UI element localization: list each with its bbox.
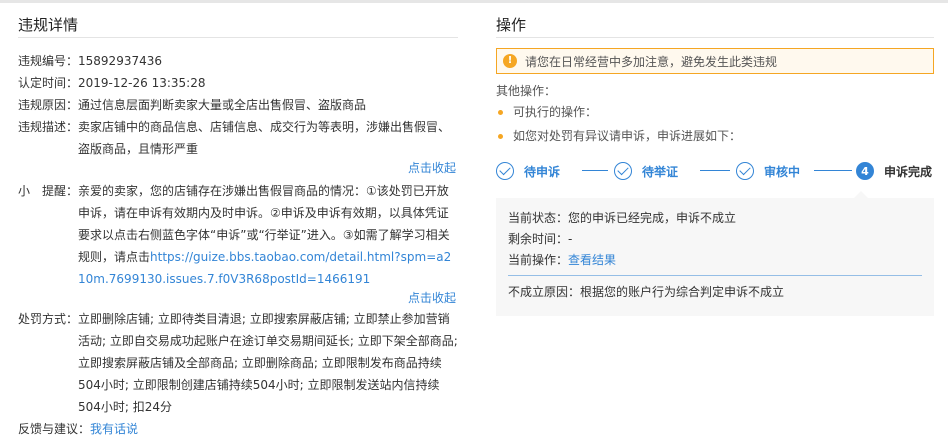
step-number-badge: 4 xyxy=(856,162,874,180)
check-icon xyxy=(614,162,632,180)
step-reviewing: 审核中 xyxy=(736,160,800,182)
operations-title: 操作 xyxy=(496,14,934,38)
warning-text: 请您在日常经营中多加注意，避免发生此类违规 xyxy=(525,54,778,69)
violation-id-label: 违规编号： xyxy=(18,54,79,68)
bullet-appeal-progress-text: 如您对处罚有异议请申诉，申诉进展如下： xyxy=(513,129,742,143)
collapse-description-link[interactable]: 点击收起 xyxy=(18,160,456,176)
panel-pointer xyxy=(854,191,868,198)
violation-time-value: 2019-12-26 13:35:28 xyxy=(78,76,206,90)
step-connector xyxy=(582,170,608,171)
penalty-label: 处罚方式： xyxy=(18,312,79,326)
collapse-tip-link[interactable]: 点击收起 xyxy=(18,290,456,306)
top-divider xyxy=(0,0,948,3)
violation-reason-value: 通过信息层面判断卖家大量或全店出售假冒、盗版商品 xyxy=(78,98,367,112)
step-pending-evidence-label: 待举证 xyxy=(642,164,679,179)
violation-id-value: 15892937436 xyxy=(78,54,162,68)
remaining-time-row: 剩余时间：- xyxy=(508,229,922,250)
bullet-appeal-progress: 如您对处罚有异议请申诉，申诉进展如下： xyxy=(496,124,934,148)
feedback-row: 反馈与建议： 我有话说 xyxy=(18,418,458,438)
bullet-executable-ops-text: 可执行的操作： xyxy=(513,105,598,119)
step-connector xyxy=(814,170,852,171)
penalty-value: 立即删除店铺; 立即待类目清退; 立即搜索屏蔽店铺; 立即禁止参加营销活动; 立… xyxy=(78,312,458,414)
step-pending-appeal: 待申诉 xyxy=(496,160,560,182)
violation-description-row: 违规描述： 卖家店铺中的商品信息、店铺信息、成交行为等表明，涉嫌出售假冒、盗版商… xyxy=(18,116,458,160)
appeal-progress-steps: 待申诉 待举证 审核中 4 申诉完成 xyxy=(496,160,934,188)
other-operations-label: 其他操作： xyxy=(496,84,557,98)
step-reviewing-label: 审核中 xyxy=(764,164,801,179)
current-status-row: 当前状态：您的申诉已经完成，申诉不成立 xyxy=(508,208,922,229)
current-status-label: 当前状态： xyxy=(508,211,569,225)
violation-details-title: 违规详情 xyxy=(18,14,458,38)
bullet-dot-icon xyxy=(498,133,503,139)
violation-details-panel: 违规详情 违规编号： 15892937436 认定时间： 2019-12-26 … xyxy=(18,14,458,438)
violation-reason-label: 违规原因： xyxy=(18,98,79,112)
operations-panel: 操作 ! 请您在日常经营中多加注意，避免发生此类违规 其他操作： 可执行的操作：… xyxy=(496,14,934,324)
warning-alert: ! 请您在日常经营中多加注意，避免发生此类违规 xyxy=(496,48,934,74)
tip-label: 小 提醒： xyxy=(18,184,79,198)
step-pending-evidence: 待举证 xyxy=(614,160,678,182)
appeal-status-panel: 当前状态：您的申诉已经完成，申诉不成立 剩余时间：- 当前操作：查看结果 不成立… xyxy=(496,191,934,316)
warning-icon: ! xyxy=(503,54,517,68)
check-icon xyxy=(736,162,754,180)
violation-time-label: 认定时间： xyxy=(18,76,79,90)
current-operation-row: 当前操作：查看结果 xyxy=(508,250,922,271)
violation-description-value: 卖家店铺中的商品信息、店铺信息、成交行为等表明，涉嫌出售假冒、盗版商品，且情形严… xyxy=(78,120,451,156)
current-status-value: 您的申诉已经完成，申诉不成立 xyxy=(568,211,737,225)
feedback-label: 反馈与建议： xyxy=(18,422,91,436)
remaining-time-label: 剩余时间： xyxy=(508,232,569,246)
current-operation-label: 当前操作： xyxy=(508,253,569,267)
bullet-dot-icon xyxy=(498,109,503,115)
step-pending-appeal-label: 待申诉 xyxy=(524,164,561,179)
violation-reason-row: 违规原因： 通过信息层面判断卖家大量或全店出售假冒、盗版商品 xyxy=(18,94,458,116)
step-appeal-complete-label: 申诉完成 xyxy=(884,164,933,179)
step-connector xyxy=(700,170,730,171)
tip-content: 亲爱的卖家，您的店铺存在涉嫌出售假冒商品的情况：①该处罚已开放申诉，请在申诉有效… xyxy=(78,180,458,290)
violation-description-label: 违规描述： xyxy=(18,120,79,134)
violation-id-row: 违规编号： 15892937436 xyxy=(18,50,458,72)
rejection-reason-row: 不成立原因：根据您的账户行为综合判定申诉不成立 xyxy=(508,282,922,302)
bullet-executable-ops: 可执行的操作： xyxy=(496,100,934,124)
panel-divider xyxy=(508,275,922,276)
rejection-reason-label: 不成立原因： xyxy=(508,285,581,299)
view-result-link[interactable]: 查看结果 xyxy=(568,253,616,267)
rejection-reason-value: 根据您的账户行为综合判定申诉不成立 xyxy=(580,285,785,299)
tip-row: 小 提醒： 亲爱的卖家，您的店铺存在涉嫌出售假冒商品的情况：①该处罚已开放申诉，… xyxy=(18,180,458,290)
check-icon xyxy=(496,162,514,180)
step-appeal-complete: 4 申诉完成 xyxy=(856,160,932,182)
remaining-time-value: - xyxy=(568,232,573,246)
feedback-link[interactable]: 我有话说 xyxy=(90,418,138,438)
penalty-row: 处罚方式： 立即删除店铺; 立即待类目清退; 立即搜索屏蔽店铺; 立即禁止参加营… xyxy=(18,308,458,418)
violation-time-row: 认定时间： 2019-12-26 13:35:28 xyxy=(18,72,458,94)
